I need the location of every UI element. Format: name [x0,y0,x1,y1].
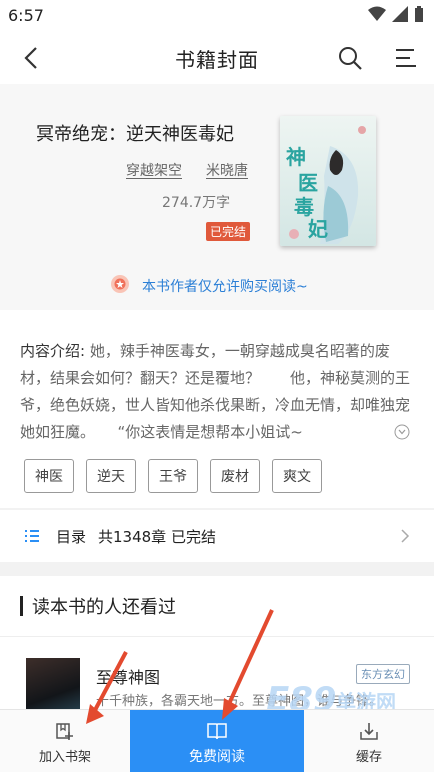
add-to-shelf-button[interactable]: 加入书架 [0,710,130,772]
tag-item[interactable]: 爽文 [272,459,322,493]
book-category-link[interactable]: 穿越架空 [126,160,182,180]
divider [0,636,434,637]
book-meta: 穿越架空 米晓唐 [126,160,248,180]
wifi-icon [368,6,386,21]
open-book-icon [207,723,227,740]
free-read-button[interactable]: 免费阅读 [130,710,304,772]
svg-text:毒: 毒 [294,195,314,219]
download-icon [360,723,378,740]
catalog-row[interactable]: 目录 共1348章 已完结 [0,518,434,554]
book-cover: 神 医 毒 妃 [280,116,376,246]
medal-icon [111,275,129,293]
catalog-info: 共1348章 已完结 [98,528,216,546]
status-badge: 已完结 [206,222,251,241]
list-icon [25,530,39,542]
tag-item[interactable]: 废材 [210,459,260,493]
tag-item[interactable]: 王爷 [148,459,198,493]
tag-list: 神医 逆天 王爷 废材 爽文 [24,459,322,493]
battery-icon [415,6,423,22]
cache-button[interactable]: 缓存 [304,710,434,772]
status-time: 6:57 [8,6,44,25]
signal-icon [392,6,408,22]
bottom-action-bar: 加入书架 免费阅读 缓存 [0,709,434,772]
status-icons [368,6,424,22]
chevron-right-icon [401,529,410,543]
cover-title-text: 神 [286,145,306,169]
notice-text: 本书作者仅允许购买阅读~ [142,279,308,295]
also-read-header: 读本书的人还看过 [0,590,434,624]
catalog-label: 目录 [56,528,87,546]
section-divider [0,562,434,576]
status-bar: 6:57 [0,0,434,32]
also-read-title: 读本书的人还看过 [32,597,176,618]
svg-text:医: 医 [298,171,318,195]
add-bookshelf-icon [56,723,73,740]
top-nav: 书籍封面 [0,32,434,84]
rec-book-title: 至尊神图 [96,668,161,687]
book-author-link[interactable]: 米晓唐 [206,160,248,180]
book-title: 冥帝绝宠：逆天神医毒妃 [36,124,234,145]
svg-text:妃: 妃 [308,217,328,241]
menu-icon[interactable] [392,44,420,72]
search-icon[interactable] [336,44,364,72]
book-cover-art: 神 医 毒 妃 [280,116,376,246]
purchase-notice: 本书作者仅允许购买阅读~ [0,270,434,300]
tag-item[interactable]: 逆天 [86,459,136,493]
section-marker [20,596,23,616]
book-word-count: 274.7万字 [162,195,231,211]
intro-label: 内容介绍: [20,342,86,360]
book-intro: 内容介绍: 她，辣手神医毒女，一朝穿越成臭名昭著的废材，结果会如何？翻天？还是覆… [20,338,414,446]
divider [0,508,434,510]
free-read-label: 免费阅读 [189,749,245,765]
expand-chevron-icon[interactable] [394,424,410,440]
tag-item[interactable]: 神医 [24,459,74,493]
page-title: 书籍封面 [175,48,259,72]
add-to-shelf-label: 加入书架 [38,750,91,765]
cache-label: 缓存 [355,750,382,765]
